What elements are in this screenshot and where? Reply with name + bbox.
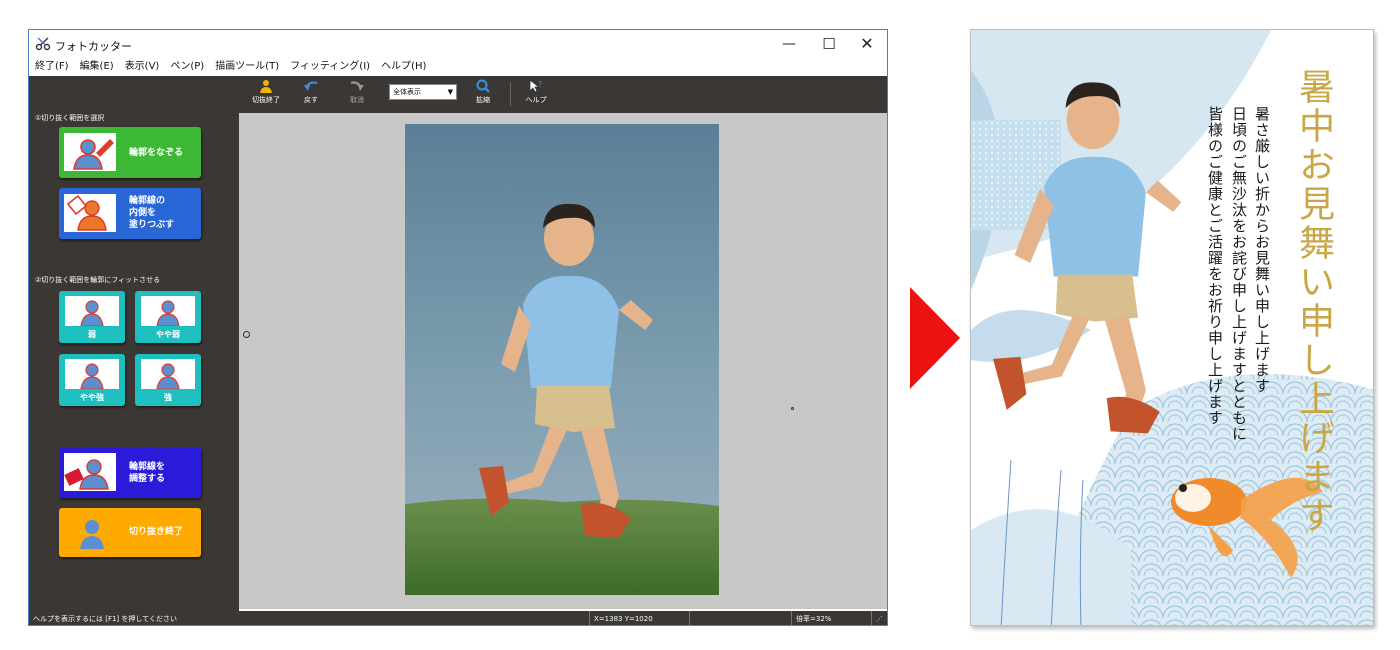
fit-slightly-strong-label: やや強 [80, 393, 104, 402]
finish-cut-tool-label: 切抜終了 [252, 96, 280, 104]
app-title: フォトカッター [55, 40, 132, 53]
fit-weak-button[interactable]: 弱 [59, 291, 125, 343]
magnifier-icon [476, 79, 490, 93]
undo-tool[interactable]: 戻す [291, 79, 331, 105]
toolbar: 切抜終了 戻す 取消 全体表示 ▼ 拡縮 ? ヘルプ [239, 76, 887, 113]
finish-cut-label: 切り抜き終了 [129, 527, 184, 537]
toolbar-divider [510, 82, 511, 106]
enlarge-tool[interactable]: 拡縮 [463, 79, 503, 105]
help-cursor-icon: ? [529, 79, 542, 93]
section-select-label: ①切り抜く範囲を選択 [35, 114, 105, 122]
fit-weak-label: 弱 [88, 330, 96, 339]
fill-inside-label-2: 内側を [129, 208, 157, 218]
cancel-tool-label: 取消 [350, 96, 364, 104]
fit-strong-label: 強 [164, 393, 172, 402]
finish-cut-tool[interactable]: 切抜終了 [246, 79, 286, 105]
close-button[interactable]: ✕ [847, 33, 887, 55]
zoom-select[interactable]: 全体表示 ▼ [389, 84, 457, 100]
crop-marker [791, 407, 794, 410]
card-title: 暑中お見舞い申し上げます [1293, 68, 1334, 536]
source-photo[interactable] [405, 124, 719, 595]
card-line-2: 日頃のご無沙汰をお詫び申し上げますとともに [1230, 106, 1248, 442]
adjust-outline-button[interactable]: 輪郭線を 調整する [59, 447, 201, 498]
status-zoom: 倍率=32% [791, 611, 871, 625]
fill-inside-label-1: 輪郭線の [129, 196, 166, 206]
menu-draw-tools[interactable]: 描画ツール(T) [215, 59, 279, 75]
greeting-card: 暑中お見舞い申し上げます 暑さ厳しい折からお見舞い申し上げます 日頃のご無沙汰を… [970, 29, 1374, 626]
enlarge-tool-label: 拡縮 [476, 96, 490, 104]
maximize-button[interactable]: ☐ [809, 33, 849, 55]
finish-cut-button[interactable]: 切り抜き終了 [59, 508, 201, 557]
fit-strong-button[interactable]: 強 [135, 354, 201, 406]
sidebar: ①切り抜く範囲を選択 輪郭をなぞる 輪郭線の 内側を 塗りつぶす ②切り抜く範囲… [29, 76, 239, 611]
adjust-outline-label-2: 調整する [129, 474, 166, 484]
help-tool-label: ヘルプ [525, 96, 547, 104]
photo-cutter-window: フォトカッター — ☐ ✕ 終了(F) 編集(E) 表示(V) ペン(P) 描画… [28, 29, 888, 626]
menu-help[interactable]: ヘルプ(H) [381, 59, 426, 75]
zoom-select-value: 全体表示 [393, 88, 421, 96]
menu-file[interactable]: 終了(F) [35, 59, 69, 75]
undo-tool-label: 戻す [304, 96, 318, 104]
section-fit-label: ②切り抜く範囲を輪郭にフィットさせる [35, 276, 161, 284]
scissors-icon [35, 37, 51, 51]
menu-view[interactable]: 表示(V) [125, 59, 160, 75]
svg-text:?: ? [538, 80, 542, 89]
redo-arrow-icon [350, 81, 364, 91]
chevron-down-icon: ▼ [447, 88, 453, 96]
image-canvas[interactable] [239, 113, 887, 609]
fit-slightly-weak-button[interactable]: やや弱 [135, 291, 201, 343]
cancel-tool[interactable]: 取消 [337, 79, 377, 105]
fit-slightly-weak-label: やや弱 [156, 330, 180, 339]
status-help-hint: ヘルプを表示するには [F1] を押してください [33, 615, 177, 623]
person-outline-icon [65, 296, 119, 327]
person-icon [80, 520, 104, 549]
fill-inside-label-3: 塗りつぶす [129, 220, 175, 230]
minimize-button[interactable]: — [769, 33, 809, 55]
person-outline-icon [65, 359, 119, 390]
status-coordinates: X=1383 Y=1020 [589, 611, 689, 625]
card-line-3: 皆様のご健康とご活躍をお祈り申し上げます [1206, 106, 1224, 426]
red-arrow-icon [910, 287, 960, 389]
menu-bar: 終了(F) 編集(E) 表示(V) ペン(P) 描画ツール(T) フィッティング… [29, 59, 887, 75]
person-outline-icon [141, 359, 195, 390]
adjust-outline-label-1: 輪郭線を [129, 462, 166, 472]
trace-outline-icon [64, 133, 116, 171]
undo-arrow-icon [304, 81, 318, 91]
help-tool[interactable]: ? ヘルプ [516, 79, 556, 105]
fill-bucket-icon [64, 194, 116, 232]
status-bar: ヘルプを表示するには [F1] を押してください X=1383 Y=1020 倍… [29, 611, 887, 625]
card-line-1: 暑さ厳しい折からお見舞い申し上げます [1253, 106, 1271, 394]
menu-edit[interactable]: 編集(E) [80, 59, 114, 75]
trace-outline-button[interactable]: 輪郭をなぞる [59, 127, 201, 178]
status-empty-cell [689, 611, 791, 625]
title-bar: フォトカッター — ☐ ✕ [29, 30, 887, 59]
person-outline-icon [141, 296, 195, 327]
fill-inside-button[interactable]: 輪郭線の 内側を 塗りつぶす [59, 188, 201, 239]
menu-pen[interactable]: ペン(P) [170, 59, 204, 75]
menu-fitting[interactable]: フィッティング(I) [290, 59, 370, 75]
trace-outline-label: 輪郭をなぞる [129, 148, 184, 158]
eraser-person-icon [64, 453, 116, 491]
scroll-handle-left[interactable] [243, 331, 250, 338]
resize-grip-icon[interactable]: ⋰ [871, 611, 887, 625]
person-cut-icon [260, 80, 272, 93]
fit-slightly-strong-button[interactable]: やや強 [59, 354, 125, 406]
